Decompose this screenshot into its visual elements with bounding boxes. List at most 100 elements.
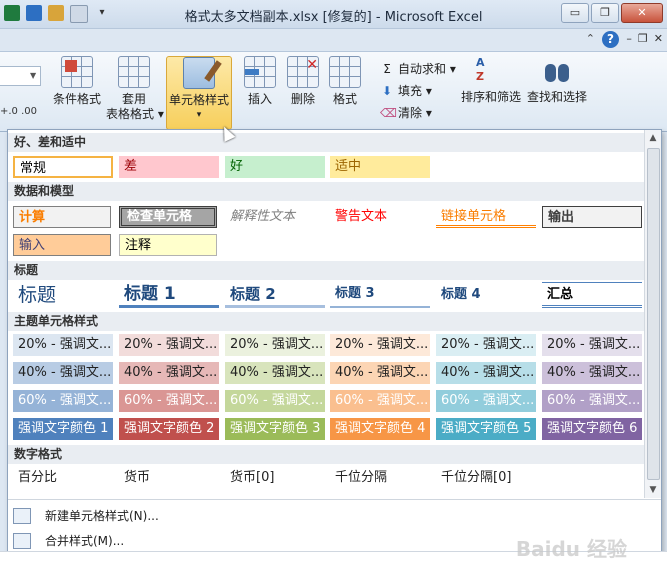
style-total[interactable]: 汇总 <box>542 282 642 308</box>
workbook-restore-button[interactable]: ❐ <box>638 32 648 45</box>
fill-label: 填充 ▾ <box>398 84 432 98</box>
style-heading-1[interactable]: 标题 1 <box>119 282 219 308</box>
scroll-down-icon[interactable]: ▼ <box>645 482 661 498</box>
style-40-accent-1[interactable]: 40% - 强调文... <box>13 362 113 384</box>
scroll-up-icon[interactable]: ▲ <box>645 130 661 146</box>
style-check-cell[interactable]: 检查单元格 <box>119 206 217 228</box>
style-20-accent-5[interactable]: 20% - 强调文... <box>436 334 536 356</box>
style-normal[interactable]: 常规 <box>13 156 113 178</box>
section-good-bad: 好、差和适中 <box>8 133 644 152</box>
style-accent-2[interactable]: 强调文字颜色 2 <box>119 418 219 440</box>
autosum-button[interactable]: Σ 自动求和 ▾ <box>380 60 456 77</box>
style-accent-6[interactable]: 强调文字颜色 6 <box>542 418 642 440</box>
watermark: Baidu 经验 <box>515 537 627 561</box>
style-currency[interactable]: 货币 <box>119 467 219 489</box>
close-button[interactable]: ✕ <box>621 3 663 23</box>
ribbon-tab-strip: ⌃ ? – ❐ ✕ <box>0 29 667 51</box>
format-icon <box>329 56 361 88</box>
style-warning[interactable]: 警告文本 <box>330 206 430 228</box>
style-40-accent-3[interactable]: 40% - 强调文... <box>225 362 325 384</box>
style-20-accent-3[interactable]: 20% - 强调文... <box>225 334 325 356</box>
cell-styles-button[interactable]: 单元格样式 ▾ <box>166 56 232 130</box>
style-60-accent-3[interactable]: 60% - 强调文... <box>225 390 325 412</box>
format-label: 格式 <box>332 92 357 106</box>
style-heading-2[interactable]: 标题 2 <box>225 282 325 308</box>
style-60-accent-2[interactable]: 60% - 强调文... <box>119 390 219 412</box>
decimal-buttons[interactable]: +.0 .00 <box>0 106 37 117</box>
style-heading-4[interactable]: 标题 4 <box>436 282 536 308</box>
new-style-icon <box>13 508 31 524</box>
new-cell-style-label: 新建单元格样式(N)... <box>45 509 159 523</box>
style-note[interactable]: 注释 <box>119 234 217 256</box>
new-cell-style-item[interactable]: 新建单元格样式(N)... <box>13 505 653 527</box>
style-20-accent-4[interactable]: 20% - 强调文... <box>330 334 430 356</box>
delete-icon <box>287 56 319 88</box>
conditional-format-label: 条件格式 <box>52 92 101 106</box>
style-comma[interactable]: 千位分隔 <box>330 467 430 489</box>
style-calculation[interactable]: 计算 <box>13 206 111 228</box>
table-format-icon <box>118 56 150 88</box>
workbook-minimize-button[interactable]: – <box>626 32 632 45</box>
table-format-button[interactable]: 套用 表格格式 ▾ <box>106 56 164 122</box>
style-accent-4[interactable]: 强调文字颜色 4 <box>330 418 430 440</box>
ribbon-collapse-icon[interactable]: ⌃ <box>586 32 595 45</box>
sort-filter-button[interactable]: 排序和筛选 <box>460 56 522 105</box>
style-40-accent-4[interactable]: 40% - 强调文... <box>330 362 430 384</box>
conditional-format-icon <box>61 56 93 88</box>
style-currency-0[interactable]: 货币[0] <box>225 467 325 489</box>
format-button[interactable]: 格式 <box>326 56 364 107</box>
style-20-accent-1[interactable]: 20% - 强调文... <box>13 334 113 356</box>
cell-styles-gallery: 好、差和适中 常规 差 好 适中 数据和模型 计算 检查单元格 解释性文本 警告… <box>7 129 662 552</box>
style-heading-3[interactable]: 标题 3 <box>330 282 430 308</box>
fill-down-icon: ⬇ <box>381 83 393 98</box>
help-icon[interactable]: ? <box>602 31 619 48</box>
style-bad[interactable]: 差 <box>119 156 219 178</box>
section-data-model: 数据和模型 <box>8 182 644 201</box>
style-40-accent-6[interactable]: 40% - 强调文... <box>542 362 642 384</box>
delete-button[interactable]: 删除 <box>283 56 323 107</box>
style-neutral[interactable]: 适中 <box>330 156 430 178</box>
eraser-icon: ⌫ <box>380 105 397 120</box>
style-60-accent-1[interactable]: 60% - 强调文... <box>13 390 113 412</box>
style-input[interactable]: 输入 <box>13 234 111 256</box>
style-title[interactable]: 标题 <box>13 282 113 308</box>
insert-icon <box>244 56 276 88</box>
table-format-label-1: 套用 <box>121 92 146 106</box>
style-40-accent-5[interactable]: 40% - 强调文... <box>436 362 536 384</box>
conditional-format-button[interactable]: 条件格式 <box>48 56 106 107</box>
merge-styles-label: 合并样式(M)... <box>45 534 125 548</box>
minimize-button[interactable]: ▭ <box>561 3 589 23</box>
style-good[interactable]: 好 <box>225 156 325 178</box>
style-40-accent-2[interactable]: 40% - 强调文... <box>119 362 219 384</box>
style-20-accent-2[interactable]: 20% - 强调文... <box>119 334 219 356</box>
maximize-button[interactable]: ❐ <box>591 3 619 23</box>
style-60-accent-6[interactable]: 60% - 强调文... <box>542 390 642 412</box>
style-comma-0[interactable]: 千位分隔[0] <box>436 467 536 489</box>
insert-button[interactable]: 插入 <box>240 56 280 107</box>
workbook-close-button[interactable]: ✕ <box>654 32 663 45</box>
style-accent-5[interactable]: 强调文字颜色 5 <box>436 418 536 440</box>
gallery-scrollbar[interactable]: ▲ ▼ <box>644 130 661 498</box>
cell-styles-icon <box>183 57 215 89</box>
style-output[interactable]: 输出 <box>542 206 642 228</box>
style-linked-cell[interactable]: 链接单元格 <box>436 206 536 228</box>
style-explanatory[interactable]: 解释性文本 <box>225 206 325 228</box>
fill-button[interactable]: ⬇ 填充 ▾ <box>380 82 432 99</box>
clear-button[interactable]: ⌫ 清除 ▾ <box>380 104 432 121</box>
autosum-label: 自动求和 ▾ <box>398 62 456 76</box>
style-60-accent-5[interactable]: 60% - 强调文... <box>436 390 536 412</box>
style-percent[interactable]: 百分比 <box>13 467 113 489</box>
number-format-box[interactable]: ▼ <box>0 66 41 86</box>
style-20-accent-6[interactable]: 20% - 强调文... <box>542 334 642 356</box>
section-number-format: 数字格式 <box>8 445 644 464</box>
find-select-button[interactable]: 查找和选择 <box>526 56 588 105</box>
style-60-accent-4[interactable]: 60% - 强调文... <box>330 390 430 412</box>
delete-label: 删除 <box>290 92 315 106</box>
sort-filter-icon <box>476 56 506 86</box>
binoculars-icon <box>542 56 572 86</box>
scroll-thumb[interactable] <box>647 148 660 480</box>
merge-styles-icon <box>13 533 31 549</box>
style-accent-3[interactable]: 强调文字颜色 3 <box>225 418 325 440</box>
title-bar: ▾ 格式太多文档副本.xlsx [修复的] - Microsoft Excel … <box>0 0 667 29</box>
style-accent-1[interactable]: 强调文字颜色 1 <box>13 418 113 440</box>
